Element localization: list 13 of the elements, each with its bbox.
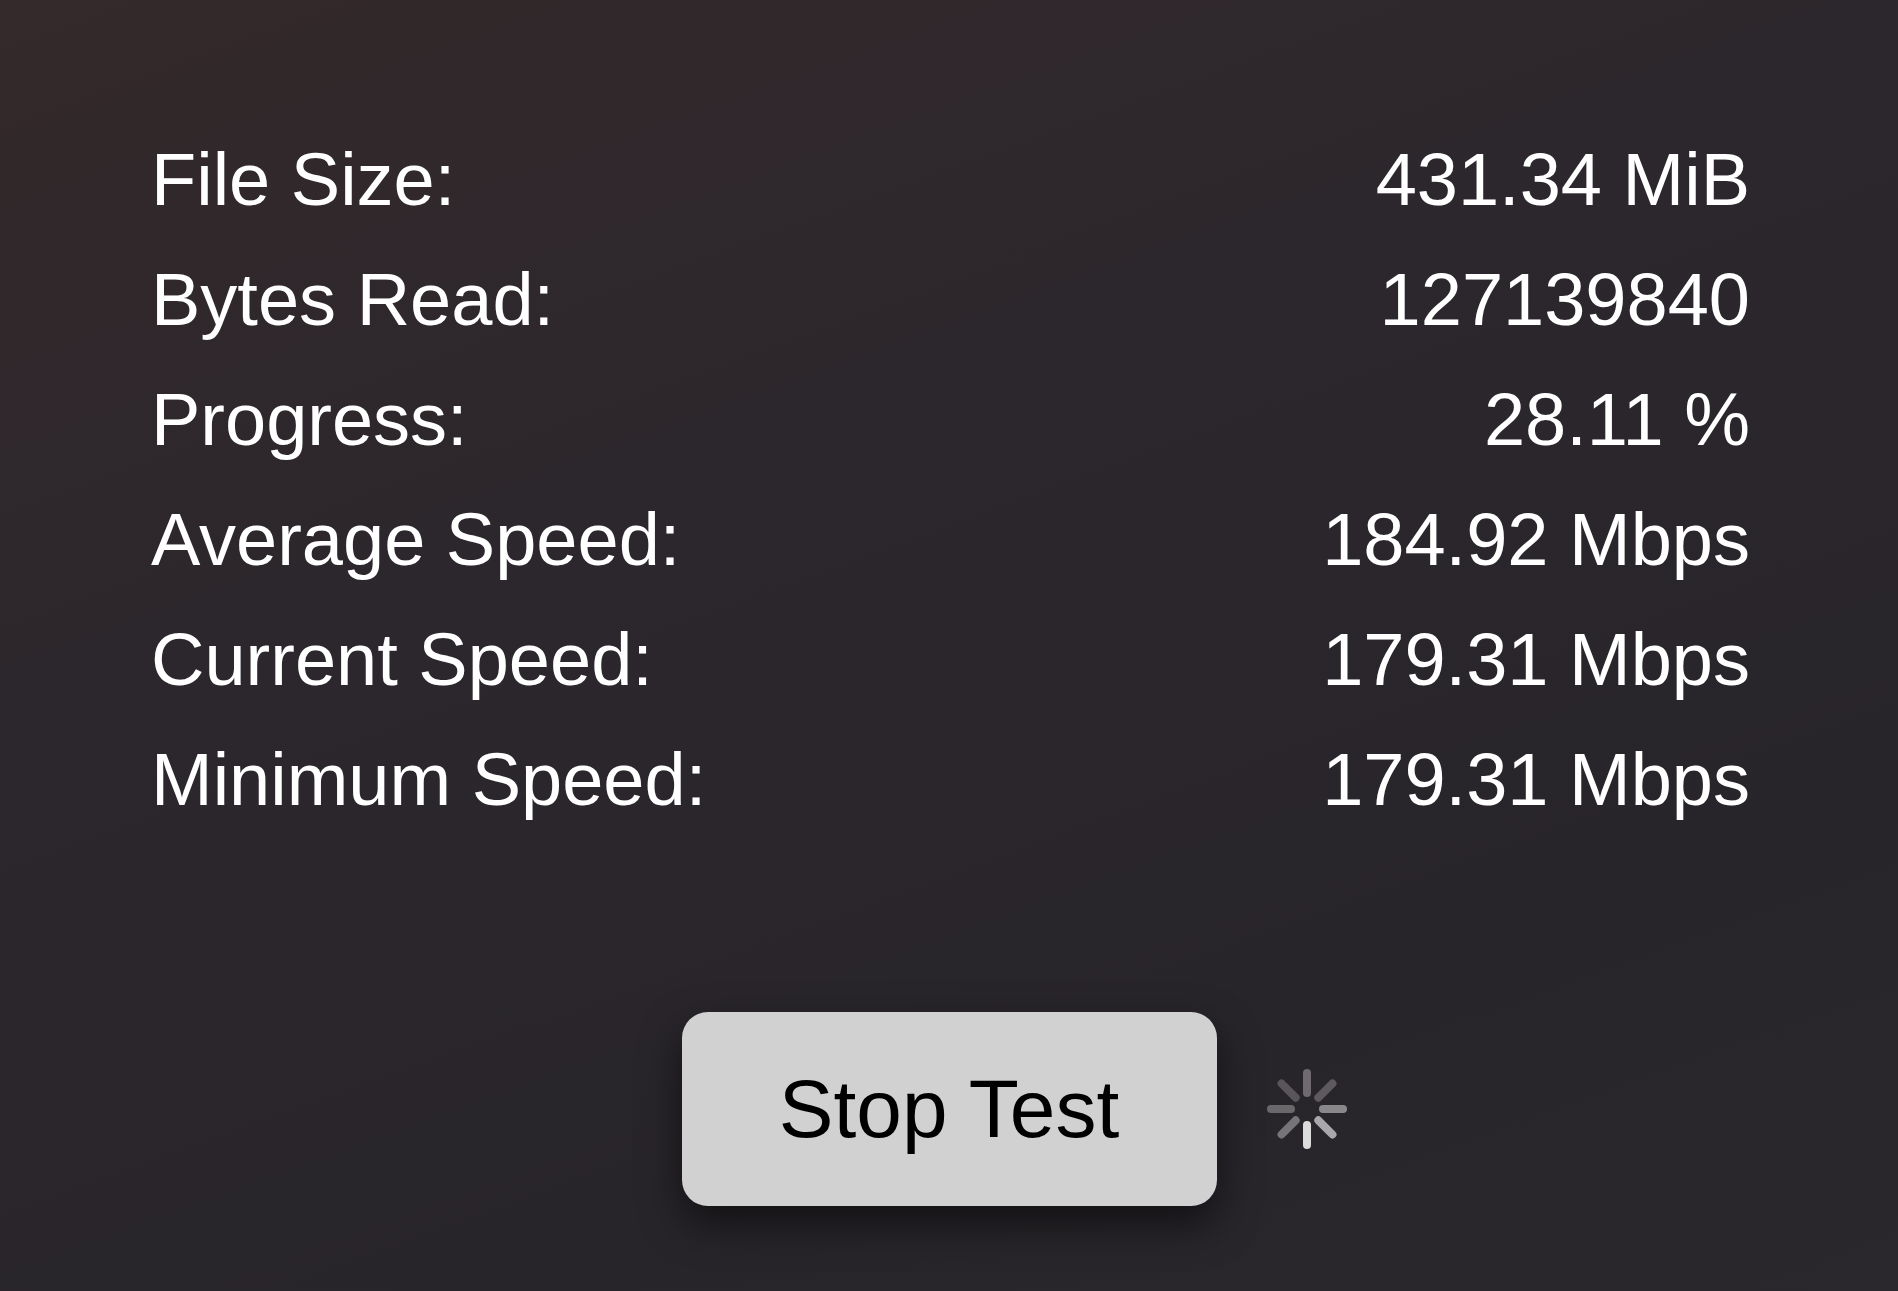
stat-value: 127139840: [1379, 257, 1750, 343]
stat-label: Minimum Speed:: [151, 737, 707, 823]
stat-value: 28.11 %: [1483, 377, 1750, 463]
stop-test-button[interactable]: Stop Test: [681, 1012, 1217, 1206]
stat-label: Progress:: [151, 377, 468, 463]
stat-label: Current Speed:: [151, 617, 653, 703]
stat-value: 184.92 Mbps: [1322, 497, 1750, 583]
stat-value: 179.31 Mbps: [1322, 617, 1750, 703]
stat-label: Average Speed:: [151, 497, 681, 583]
stat-value: 431.34 MiB: [1375, 137, 1750, 223]
stat-label: Bytes Read:: [151, 257, 555, 343]
stat-label: File Size:: [151, 137, 456, 223]
stat-value: 179.31 Mbps: [1322, 737, 1750, 823]
